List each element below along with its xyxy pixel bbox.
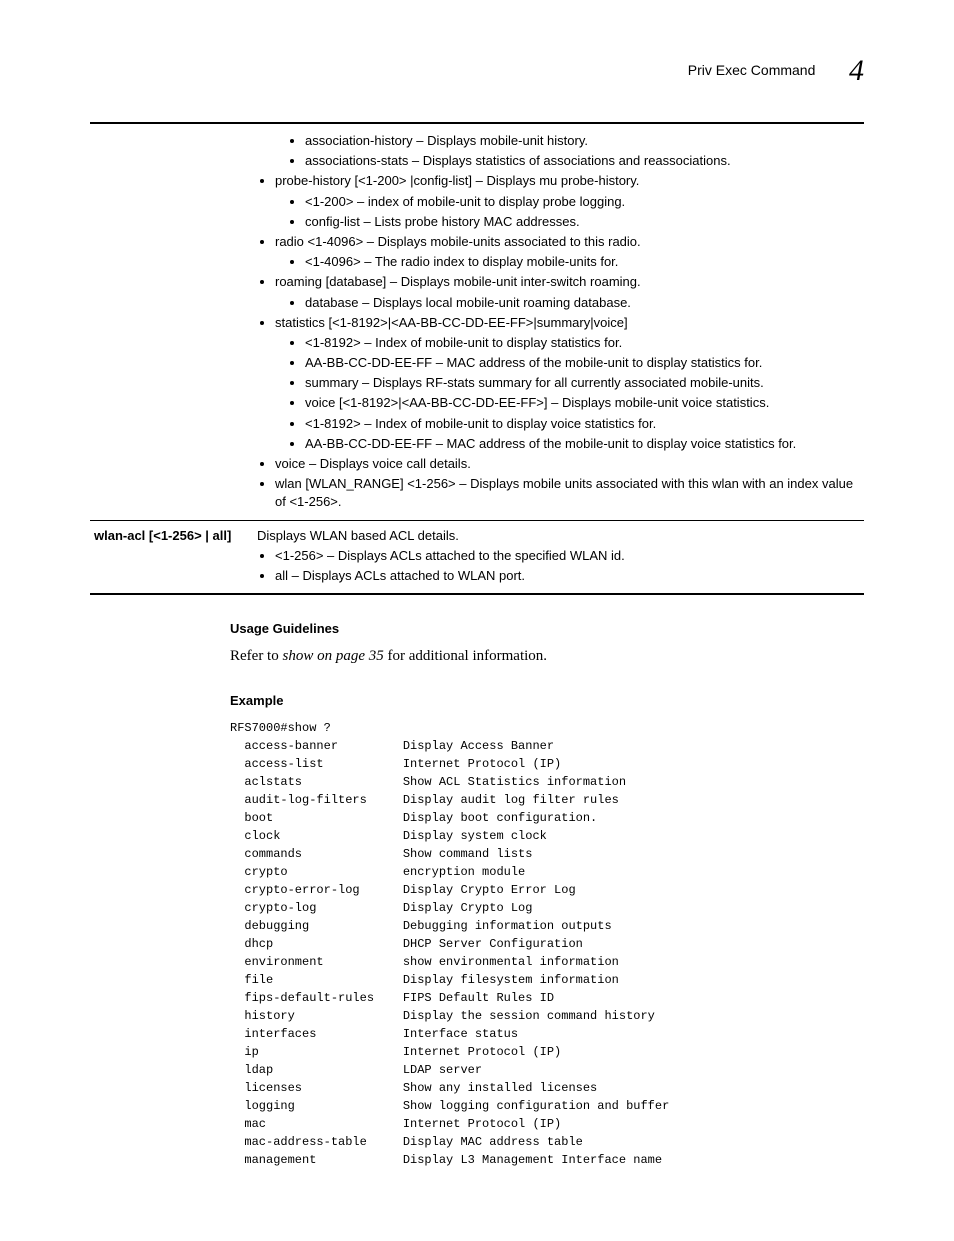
param-desc: Displays WLAN based ACL details. bbox=[257, 528, 459, 543]
command-table: association-history – Displays mobile-un… bbox=[90, 122, 864, 595]
header-title: Priv Exec Command bbox=[688, 62, 816, 78]
list-item: wlan [WLAN_RANGE] <1-256> – Displays mob… bbox=[275, 475, 860, 511]
list-item: voice – Displays voice call details. bbox=[275, 455, 860, 473]
list-item: associations-stats – Displays statistics… bbox=[305, 152, 860, 170]
list-item: radio <1-4096> – Displays mobile-units a… bbox=[275, 233, 860, 251]
list-item: <1-8192> – Index of mobile-unit to displ… bbox=[305, 415, 860, 433]
list-item: summary – Displays RF-stats summary for … bbox=[305, 374, 860, 392]
usage-guidelines-text: Refer to show on page 35 for additional … bbox=[230, 646, 864, 667]
list-item: probe-history [<1-200> |config-list] – D… bbox=[275, 172, 860, 190]
example-heading: Example bbox=[230, 692, 864, 710]
option-list: association-history – Displays mobile-un… bbox=[257, 132, 860, 512]
list-item: association-history – Displays mobile-un… bbox=[305, 132, 860, 150]
table-row: association-history – Displays mobile-un… bbox=[90, 123, 864, 520]
page-header: Priv Exec Command 4 bbox=[90, 50, 864, 92]
list-item: AA-BB-CC-DD-EE-FF – MAC address of the m… bbox=[305, 435, 860, 453]
list-item: <1-256> – Displays ACLs attached to the … bbox=[275, 547, 860, 565]
list-item: <1-200> – index of mobile-unit to displa… bbox=[305, 193, 860, 211]
list-item: all – Displays ACLs attached to WLAN por… bbox=[275, 567, 860, 585]
list-item: AA-BB-CC-DD-EE-FF – MAC address of the m… bbox=[305, 354, 860, 372]
list-item: voice [<1-8192>|<AA-BB-CC-DD-EE-FF>] – D… bbox=[305, 394, 860, 412]
list-item: statistics [<1-8192>|<AA-BB-CC-DD-EE-FF>… bbox=[275, 314, 860, 332]
param-label: wlan-acl [<1-256> | all] bbox=[90, 520, 253, 594]
table-row: wlan-acl [<1-256> | all] Displays WLAN b… bbox=[90, 520, 864, 594]
example-code: RFS7000#show ? access-banner Display Acc… bbox=[230, 719, 864, 1169]
list-item: <1-8192> – Index of mobile-unit to displ… bbox=[305, 334, 860, 352]
list-item: <1-4096> – The radio index to display mo… bbox=[305, 253, 860, 271]
usage-guidelines-heading: Usage Guidelines bbox=[230, 620, 864, 638]
chapter-number: 4 bbox=[849, 54, 864, 87]
list-item: roaming [database] – Displays mobile-uni… bbox=[275, 273, 860, 291]
list-item: database – Displays local mobile-unit ro… bbox=[305, 294, 860, 312]
option-list: <1-256> – Displays ACLs attached to the … bbox=[257, 547, 860, 585]
list-item: config-list – Lists probe history MAC ad… bbox=[305, 213, 860, 231]
